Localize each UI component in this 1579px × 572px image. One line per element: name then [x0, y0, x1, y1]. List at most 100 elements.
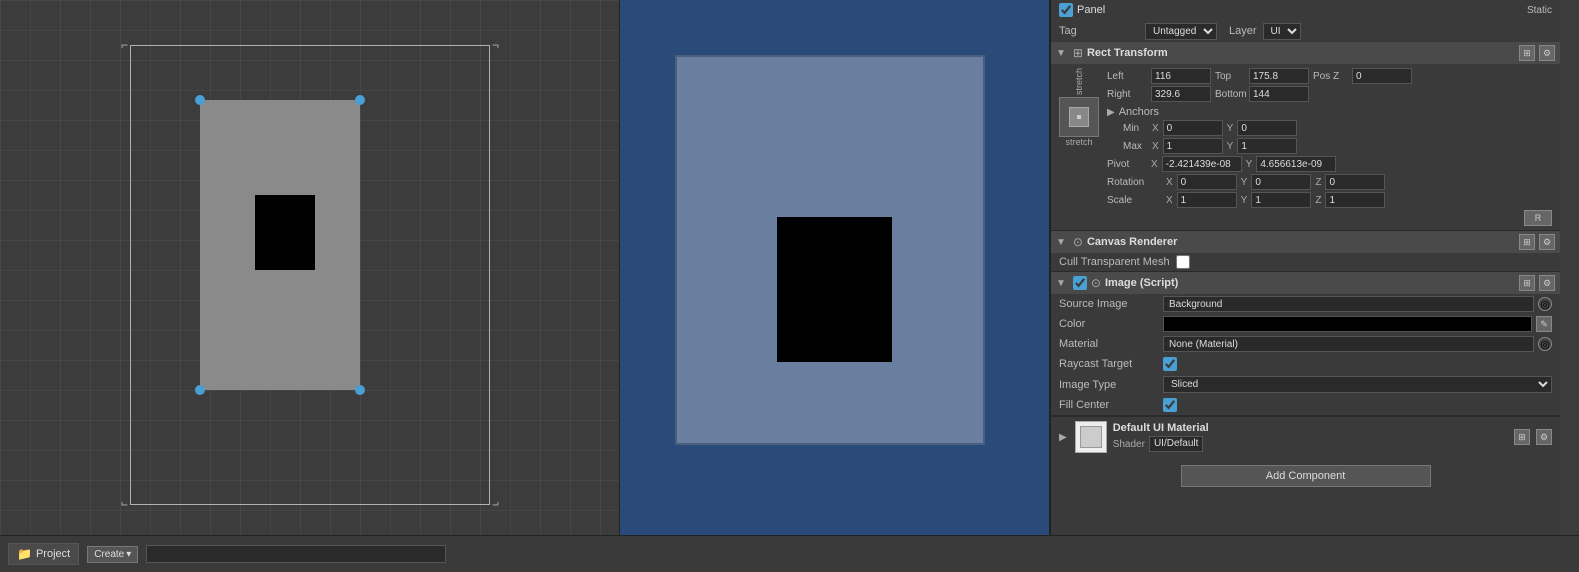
right-input[interactable]: [1151, 86, 1211, 102]
source-image-row: Source Image Background ◎: [1051, 294, 1560, 314]
color-field[interactable]: [1163, 316, 1532, 332]
default-material-section: ▶ Default UI Material Shader UI/Default …: [1051, 416, 1560, 457]
rect-r-btn[interactable]: R: [1524, 210, 1552, 226]
panel-top-row: Panel Static: [1051, 0, 1560, 20]
static-label: Static: [1527, 5, 1552, 16]
image-type-label: Image Type: [1059, 379, 1159, 391]
project-tab[interactable]: 📁 Project: [8, 543, 79, 565]
material-info: Default UI Material Shader UI/Default: [1113, 422, 1508, 452]
handle-bl[interactable]: [195, 385, 205, 395]
top-input[interactable]: [1249, 68, 1309, 84]
tag-layer-row: Tag Untagged Layer UI: [1051, 20, 1560, 42]
image-script-header[interactable]: ▼ ⊙ Image (Script) ⊞ ⚙: [1051, 272, 1560, 294]
project-tab-label: Project: [36, 548, 70, 560]
rot-z-input[interactable]: [1325, 174, 1385, 190]
color-label: Color: [1059, 318, 1159, 330]
panel-active-checkbox[interactable]: [1059, 3, 1073, 17]
pivot-y-input[interactable]: [1256, 156, 1336, 172]
pos-z-label: Pos Z: [1313, 71, 1348, 82]
color-row: Color ✎: [1051, 314, 1560, 334]
material-row: Material None (Material) ◎: [1051, 334, 1560, 354]
canvas-renderer-header[interactable]: ▼ ⊙ Canvas Renderer ⊞ ⚙: [1051, 231, 1560, 253]
folder-icon: 📁: [17, 547, 32, 561]
pivot-x-input[interactable]: [1162, 156, 1242, 172]
color-edit-btn[interactable]: ✎: [1536, 316, 1552, 332]
stretch-label-vert: stretch: [1074, 68, 1084, 95]
material-value: None (Material): [1163, 336, 1534, 352]
image-type-row: Image Type Sliced: [1051, 374, 1560, 395]
handle-br[interactable]: [355, 385, 365, 395]
layer-label: Layer: [1229, 25, 1257, 37]
game-view: [620, 0, 1050, 535]
rect-row2: Right Bottom: [1107, 86, 1552, 102]
scene-view[interactable]: ⌐ ⌐ ⌐ ⌐: [0, 0, 620, 535]
image-section-icon: ⊙: [1091, 276, 1101, 290]
image-script-settings-btn[interactable]: ⚙: [1539, 275, 1555, 291]
min-y-input[interactable]: [1237, 120, 1297, 136]
project-search-input[interactable]: [146, 545, 446, 563]
pos-z-input[interactable]: [1352, 68, 1412, 84]
pivot-label: Pivot: [1107, 159, 1147, 170]
material-arrow: ▶: [1059, 432, 1067, 443]
anchors-arrow: ▶: [1107, 107, 1115, 118]
anchors-header: ▶ Anchors: [1107, 106, 1552, 118]
min-x-input[interactable]: [1163, 120, 1223, 136]
left-input[interactable]: [1151, 68, 1211, 84]
rect-transform-menu-btn[interactable]: ⊞: [1519, 45, 1535, 61]
min-label: Min: [1123, 123, 1148, 134]
canvas-renderer-settings-btn[interactable]: ⚙: [1539, 234, 1555, 250]
handle-tl[interactable]: [195, 95, 205, 105]
panel-label: Panel: [1077, 4, 1105, 16]
rect-transform-settings-btn[interactable]: ⚙: [1539, 45, 1555, 61]
anchors-min-row: Min X Y: [1107, 120, 1552, 136]
scale-label: Scale: [1107, 195, 1162, 206]
rect-fields: Left Top Pos Z Right Bottom: [1107, 68, 1552, 226]
handle-tr[interactable]: [355, 95, 365, 105]
material-thumbnail: [1075, 421, 1107, 453]
fill-center-label: Fill Center: [1059, 399, 1159, 411]
cull-checkbox[interactable]: [1176, 255, 1190, 269]
rot-y-input[interactable]: [1251, 174, 1311, 190]
scale-z-input[interactable]: [1325, 192, 1385, 208]
tag-dropdown[interactable]: Untagged: [1145, 23, 1217, 40]
rot-x-input[interactable]: [1177, 174, 1237, 190]
canvas-renderer-menu-btn[interactable]: ⊞: [1519, 234, 1535, 250]
image-active-checkbox[interactable]: [1073, 276, 1087, 290]
rect-transform-icon: ⊞: [1073, 46, 1083, 60]
tag-label: Tag: [1059, 25, 1139, 37]
image-script-menu-btn[interactable]: ⊞: [1519, 275, 1535, 291]
stretch-icon[interactable]: [1059, 97, 1099, 137]
raycast-label: Raycast Target: [1059, 358, 1159, 370]
create-button[interactable]: Create ▾: [87, 546, 138, 563]
stretch-inner-icon: [1069, 107, 1089, 127]
material-settings-btn[interactable]: ⚙: [1536, 429, 1552, 445]
shader-label: Shader: [1113, 439, 1145, 450]
layer-dropdown[interactable]: UI: [1263, 23, 1301, 40]
source-image-target-btn[interactable]: ◎: [1538, 297, 1552, 311]
cull-label: Cull Transparent Mesh: [1059, 256, 1170, 268]
fill-center-checkbox[interactable]: [1163, 398, 1177, 412]
material-menu-btn[interactable]: ⊞: [1514, 429, 1530, 445]
max-y-input[interactable]: [1237, 138, 1297, 154]
raycast-checkbox[interactable]: [1163, 357, 1177, 371]
pivot-row: Pivot X Y: [1107, 156, 1552, 172]
image-type-dropdown[interactable]: Sliced: [1163, 376, 1552, 393]
scene-inner-image-rect: [200, 100, 360, 390]
canvas-renderer-section: ▼ ⊙ Canvas Renderer ⊞ ⚙ Cull Transparent…: [1051, 231, 1560, 272]
bottom-bar: 📁 Project Create ▾: [0, 535, 1579, 572]
top-label: Top: [1215, 71, 1245, 82]
rect-collapse-arrow: ▼: [1056, 48, 1066, 59]
create-arrow-icon: ▾: [126, 549, 131, 560]
rotation-label: Rotation: [1107, 177, 1162, 188]
bottom-input[interactable]: [1249, 86, 1309, 102]
max-x-input[interactable]: [1163, 138, 1223, 154]
image-collapse-arrow: ▼: [1056, 278, 1066, 289]
material-target-btn[interactable]: ◎: [1538, 337, 1552, 351]
inspector-panel: Panel Static Tag Untagged Layer UI ▼ ⊞ R…: [1050, 0, 1560, 535]
scale-y-input[interactable]: [1251, 192, 1311, 208]
stretch-container: stretch stretch: [1059, 68, 1099, 147]
stretch-dot: [1077, 115, 1081, 119]
rect-transform-header[interactable]: ▼ ⊞ Rect Transform ⊞ ⚙: [1051, 42, 1560, 64]
add-component-button[interactable]: Add Component: [1181, 465, 1431, 487]
scale-x-input[interactable]: [1177, 192, 1237, 208]
